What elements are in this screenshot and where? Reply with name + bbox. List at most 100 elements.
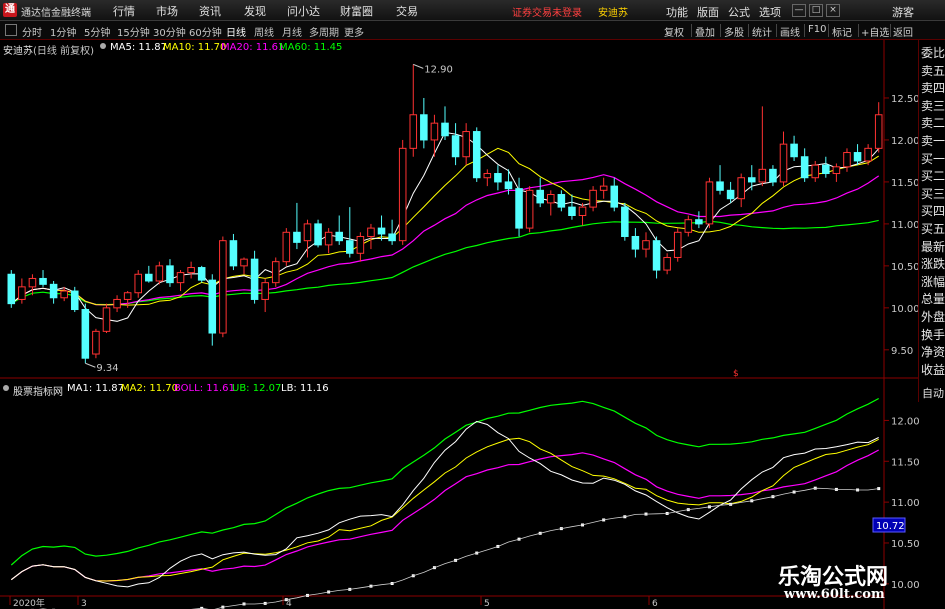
price-annotations: 12.90 9.34 $ [85,63,739,379]
candle-body-down [166,265,174,284]
candle [568,194,576,220]
candle [547,190,555,216]
candle-body-down [49,283,58,299]
side-item-7[interactable]: 买二 [921,167,945,184]
side-item-3[interactable]: 卖三 [921,97,945,114]
side-item-13[interactable]: 涨幅 [921,273,945,290]
x-tick-label: 2020年 [13,597,45,609]
candle [800,148,809,182]
candle-body-down [229,240,238,267]
candle-body-up [92,330,100,355]
candle-body-down [335,231,343,242]
side-item-15[interactable]: 外盘 [921,308,945,325]
candle [832,163,841,182]
side-item-5[interactable]: 卖一 [921,132,945,149]
candle [7,270,16,308]
candle [81,303,90,364]
side-item-9[interactable]: 买四 [921,202,945,219]
legend-ma5: MA5: 11.87 [110,42,168,53]
main-y-tick-label: 10.50 [891,262,920,273]
candle [758,106,767,187]
low-pointer [85,362,96,368]
low-label: 9.34 [96,363,118,374]
chart-canvas[interactable]: 12.50 12.00 11.50 11.00 10.50 10.00 9.50 12.90… [0,0,945,609]
candle-body-up [123,292,132,300]
candle [335,215,343,245]
candle-body-up [18,286,26,300]
candle [747,165,756,191]
candle [874,102,883,153]
candle [134,270,143,298]
candle-body-up [60,290,68,299]
x-axis: 2020年 3 4 5 6 [9,596,658,609]
side-item-10[interactable]: 买五 [921,220,945,237]
side-item-1[interactable]: 卖五 [921,62,945,79]
candle [705,177,714,229]
side-item-14[interactable]: 总量 [921,290,945,307]
candle [472,127,481,182]
sub-y-tick-label: 10.00 [891,580,920,591]
candle-body-up [134,273,143,294]
ma1-line [10,420,879,588]
candle-body-up [271,261,280,284]
side-item-4[interactable]: 卖二 [921,114,945,131]
chart-frame [0,40,918,609]
candle [420,97,428,149]
candle [324,228,333,254]
candle-body-up [525,189,534,229]
candle-body-up [462,131,470,158]
candle-body-up [324,231,333,246]
candle-body-down [346,240,354,254]
side-item-2[interactable]: 卖四 [921,79,945,96]
candle-body-down [769,168,777,183]
candle-body-up [874,114,883,149]
side-item-11[interactable]: 最新 [921,238,945,255]
candle [684,215,693,237]
candle-body-up [642,240,650,250]
side-item-8[interactable]: 买三 [921,185,945,202]
indicator-name[interactable]: 股票指标网 [13,383,63,398]
auto-scale-button[interactable]: 自动 [922,385,944,401]
side-item-17[interactable]: 净资 [921,343,945,360]
candle-body-down [652,240,661,271]
candle-body-up [832,166,841,175]
candle [113,295,121,313]
candle [578,202,587,226]
candle-body-up [673,231,682,258]
stock-name[interactable]: 安迪苏 [3,42,33,57]
candle-body-down [695,219,703,225]
side-item-12[interactable]: 涨跌 [921,255,945,272]
candle [716,165,724,195]
candle [769,165,777,187]
main-y-tick-label: 12.50 [891,94,920,105]
candle [219,236,227,338]
x-tick-label: 5 [484,599,490,609]
candle-body-down [250,258,259,300]
candle-body-down [621,206,629,237]
candle [663,253,671,275]
legend-boll: BOLL: 11.61 [174,383,235,394]
candle [790,135,798,161]
side-item-18[interactable]: 收益 [921,361,945,378]
x-tick-label: 6 [652,599,658,609]
candle [631,228,640,258]
watermark-url: www.60lt.com [784,587,885,602]
candle-body-up [589,189,597,208]
x-tick-label: 3 [81,599,87,609]
candle-body-down [7,273,16,305]
sub-y-tick-label: 11.00 [891,498,920,509]
candle [92,328,100,359]
candle [314,219,322,248]
quote-side-panel: 委比 卖五 卖四 卖三 卖二 卖一 买一 买二 买三 买四 买五 最新 涨跌 涨幅 总量 外盘 换手 净资 收益 [918,40,945,382]
legend-ma2: MA2: 11.70 [121,383,179,394]
candle [779,131,788,187]
side-item-16[interactable]: 换手 [921,326,945,343]
candle [293,202,301,250]
candle-body-down [536,189,544,204]
side-item-0[interactable]: 委比 [921,44,945,61]
legend-ma20: MA20: 11.61 [221,42,285,53]
candle-body-up [578,206,587,217]
side-item-6[interactable]: 买一 [921,150,945,167]
candle [589,186,597,212]
candle-body-down [800,156,809,179]
